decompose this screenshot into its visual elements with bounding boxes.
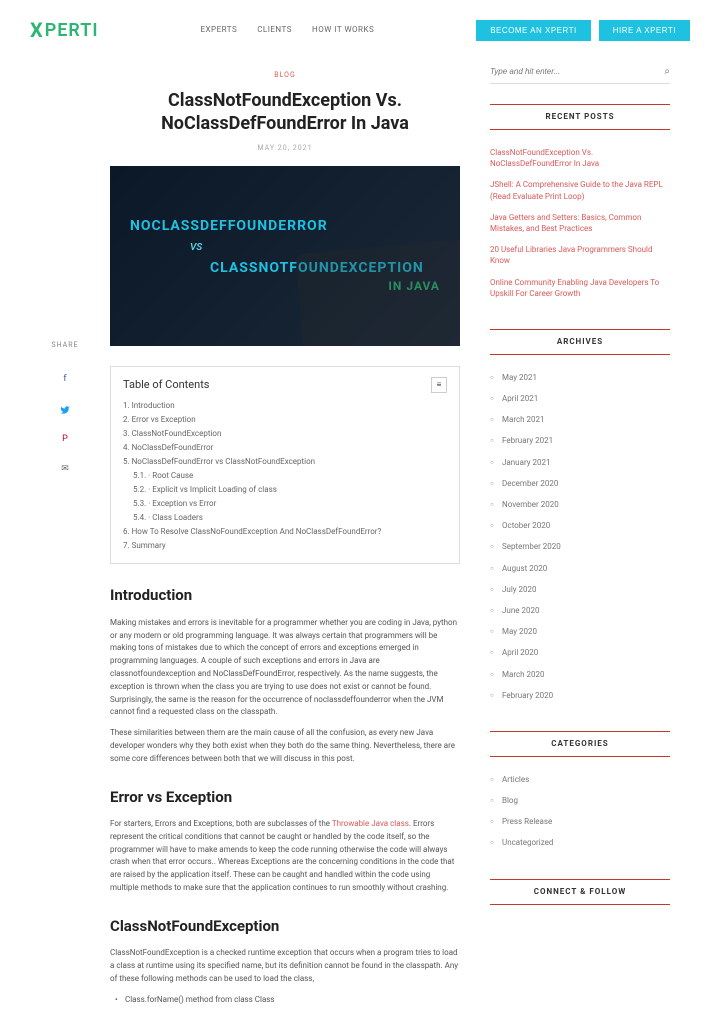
- twitter-icon[interactable]: [56, 401, 74, 419]
- nav-clients[interactable]: CLIENTS: [257, 24, 292, 36]
- toc-list: 1. Introduction 2. Error vs Exception 3.…: [123, 399, 447, 553]
- share-rail: SHARE f P ✉: [50, 60, 80, 1026]
- archive-link[interactable]: May 2021: [490, 367, 670, 388]
- toc-item[interactable]: 4. NoClassDefFoundError: [123, 441, 447, 455]
- throwable-link[interactable]: Throwable Java class: [332, 819, 409, 828]
- category-link[interactable]: Blog: [490, 790, 670, 811]
- archive-link[interactable]: April 2021: [490, 388, 670, 409]
- archives-list: May 2021 April 2021 March 2021 February …: [490, 367, 670, 706]
- toc-toggle-icon[interactable]: ≡: [431, 377, 447, 393]
- hire-xperti-button[interactable]: HIRE A XPERTI: [599, 20, 690, 41]
- toc-item[interactable]: 5.3. · Exception vs Error: [123, 497, 447, 511]
- become-xperti-button[interactable]: BECOME AN XPERTI: [476, 20, 591, 41]
- toc-item[interactable]: 5.2. · Explicit vs Implicit Loading of c…: [123, 483, 447, 497]
- category-link[interactable]: Press Release: [490, 811, 670, 832]
- archive-link[interactable]: June 2020: [490, 600, 670, 621]
- toc-item[interactable]: 2. Error vs Exception: [123, 413, 447, 427]
- section-introduction: Introduction Making mistakes and errors …: [110, 584, 460, 765]
- toc-item[interactable]: 6. How To Resolve ClassNoFoundException …: [123, 525, 447, 539]
- header: X PERTI EXPERTS CLIENTS HOW IT WORKS BEC…: [0, 0, 720, 60]
- archive-link[interactable]: August 2020: [490, 558, 670, 579]
- breadcrumb[interactable]: BLOG: [110, 70, 460, 81]
- nav-experts[interactable]: EXPERTS: [200, 24, 237, 36]
- recent-post-link[interactable]: Online Community Enabling Java Developer…: [490, 272, 670, 304]
- categories-widget: CATEGORIES Articles Blog Press Release U…: [490, 731, 670, 854]
- widget-title: RECENT POSTS: [490, 104, 670, 130]
- sidebar: ⌕ RECENT POSTS ClassNotFoundException Vs…: [490, 60, 670, 1026]
- widget-title: ARCHIVES: [490, 329, 670, 355]
- article-content: BLOG ClassNotFoundException Vs. NoClassD…: [110, 60, 460, 1026]
- archive-link[interactable]: July 2020: [490, 579, 670, 600]
- paragraph: ClassNotFoundException is a checked runt…: [110, 947, 460, 985]
- widget-title: CONNECT & FOLLOW: [490, 879, 670, 905]
- toc-item[interactable]: 5.4. · Class Loaders: [123, 511, 447, 525]
- heading-introduction: Introduction: [110, 584, 460, 607]
- nav-howitworks[interactable]: HOW IT WORKS: [312, 24, 374, 36]
- archive-link[interactable]: March 2021: [490, 409, 670, 430]
- toc-item[interactable]: 5.1. · Root Cause: [123, 469, 447, 483]
- hero-text-1: NOCLASSDEFFOUNDERROR: [130, 216, 460, 237]
- facebook-icon[interactable]: f: [56, 371, 74, 389]
- recent-post-link[interactable]: ClassNotFoundException Vs. NoClassDefFou…: [490, 142, 670, 174]
- paragraph: These similarities between them are the …: [110, 727, 460, 765]
- connect-widget: CONNECT & FOLLOW: [490, 879, 670, 905]
- toc-item[interactable]: 5. NoClassDefFoundError vs ClassNotFound…: [123, 455, 447, 469]
- list-item: Class.forName() method from class Class: [110, 994, 460, 1006]
- recent-post-link[interactable]: JShell: A Comprehensive Guide to the Jav…: [490, 174, 670, 206]
- header-buttons: BECOME AN XPERTI HIRE A XPERTI: [476, 20, 690, 41]
- category-link[interactable]: Uncategorized: [490, 832, 670, 853]
- hero-image: NOCLASSDEFFOUNDERROR VS CLASSNOTFOUNDEXC…: [110, 166, 460, 346]
- archive-link[interactable]: May 2020: [490, 621, 670, 642]
- widget-title: CATEGORIES: [490, 731, 670, 757]
- main-nav: EXPERTS CLIENTS HOW IT WORKS: [200, 24, 374, 36]
- category-link[interactable]: Articles: [490, 769, 670, 790]
- recent-post-link[interactable]: 20 Useful Libraries Java Programmers Sho…: [490, 239, 670, 271]
- toc-item[interactable]: 3. ClassNotFoundException: [123, 427, 447, 441]
- logo-icon: X: [30, 15, 43, 45]
- heading-classnotfound: ClassNotFoundException: [110, 915, 460, 938]
- search-input[interactable]: [490, 67, 664, 76]
- archive-link[interactable]: September 2020: [490, 536, 670, 557]
- recent-post-link[interactable]: Java Getters and Setters: Basics, Common…: [490, 207, 670, 239]
- section-classnotfound: ClassNotFoundException ClassNotFoundExce…: [110, 915, 460, 1006]
- article-title: ClassNotFoundException Vs. NoClassDefFou…: [130, 89, 440, 136]
- archive-link[interactable]: December 2020: [490, 473, 670, 494]
- categories-list: Articles Blog Press Release Uncategorize…: [490, 769, 670, 854]
- search-icon[interactable]: ⌕: [664, 64, 670, 79]
- paragraph: For starters, Errors and Exceptions, bot…: [110, 818, 460, 895]
- archive-link[interactable]: November 2020: [490, 494, 670, 515]
- logo[interactable]: X PERTI: [30, 15, 99, 45]
- search-box: ⌕: [490, 60, 670, 84]
- section-error-vs-exception: Error vs Exception For starters, Errors …: [110, 786, 460, 895]
- toc-item[interactable]: 1. Introduction: [123, 399, 447, 413]
- archive-link[interactable]: February 2020: [490, 685, 670, 706]
- logo-text: PERTI: [45, 17, 99, 44]
- recent-posts-list: ClassNotFoundException Vs. NoClassDefFou…: [490, 142, 670, 304]
- pinterest-icon[interactable]: P: [56, 431, 74, 449]
- archive-link[interactable]: April 2020: [490, 642, 670, 663]
- archive-link[interactable]: January 2021: [490, 452, 670, 473]
- archives-widget: ARCHIVES May 2021 April 2021 March 2021 …: [490, 329, 670, 706]
- share-label: SHARE: [50, 340, 80, 351]
- paragraph: Making mistakes and errors is inevitable…: [110, 617, 460, 719]
- archive-link[interactable]: March 2020: [490, 664, 670, 685]
- heading-error-vs-exception: Error vs Exception: [110, 786, 460, 809]
- mail-icon[interactable]: ✉: [56, 461, 74, 479]
- article-date: MAY 20, 2021: [110, 143, 460, 154]
- archive-link[interactable]: October 2020: [490, 515, 670, 536]
- table-of-contents: Table of Contents ≡ 1. Introduction 2. E…: [110, 366, 460, 565]
- archive-link[interactable]: February 2021: [490, 430, 670, 451]
- toc-title: Table of Contents: [123, 377, 209, 394]
- recent-posts-widget: RECENT POSTS ClassNotFoundException Vs. …: [490, 104, 670, 304]
- toc-item[interactable]: 7. Summary: [123, 539, 447, 553]
